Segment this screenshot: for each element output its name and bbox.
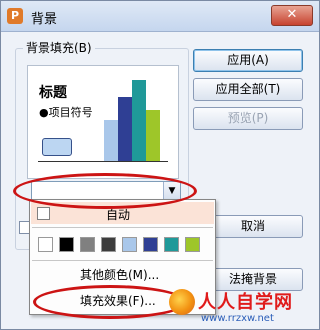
color-swatch-green[interactable] <box>185 237 200 252</box>
color-swatch-black[interactable] <box>59 237 74 252</box>
watermark-url: www.rrzxw.net <box>201 313 274 324</box>
preview-baseline <box>38 161 168 162</box>
apply-button[interactable]: 应用(A) <box>193 49 303 72</box>
preview-bullet: ●项目符号 <box>39 106 93 119</box>
menu-item-more-colors[interactable]: 其他颜色(M)... <box>80 266 159 283</box>
preview-bar-2 <box>118 97 132 161</box>
color-swatch-navy[interactable] <box>143 237 158 252</box>
preview-bar-1 <box>104 120 118 161</box>
color-swatch-light-blue[interactable] <box>122 237 137 252</box>
dialog-title: 背景 <box>31 12 58 27</box>
background-dialog: P 背景 ✕ 背景填充(B) 标题 ●项目符号 ▼ 应用(A) 应用全部(T) … <box>0 0 320 330</box>
menu-divider <box>32 227 213 228</box>
close-button[interactable]: ✕ <box>271 5 313 26</box>
color-swatch-dark-gray[interactable] <box>101 237 116 252</box>
color-swatch-white[interactable] <box>38 237 53 252</box>
group-label: 背景填充(B) <box>23 39 95 56</box>
menu-item-automatic[interactable]: 自动 <box>31 202 214 224</box>
menu-divider <box>32 260 213 261</box>
automatic-label: 自动 <box>106 208 131 222</box>
cancel-button[interactable]: 取消 <box>203 215 303 238</box>
menu-item-fill-effects[interactable]: 填充效果(F)... <box>80 292 156 309</box>
slide-preview: 标题 ●项目符号 <box>27 65 179 179</box>
preview-bar-4 <box>146 110 160 161</box>
preview-shape <box>42 138 72 156</box>
checkbox-icon <box>37 207 50 220</box>
chevron-down-icon[interactable]: ▼ <box>163 182 180 200</box>
color-swatch-teal[interactable] <box>164 237 179 252</box>
watermark-logo <box>169 289 195 315</box>
preview-button[interactable]: 预览(P) <box>193 107 303 130</box>
preview-title: 标题 <box>39 85 67 101</box>
title-bar: P 背景 ✕ <box>1 1 319 32</box>
color-swatch-gray[interactable] <box>80 237 95 252</box>
fill-color-dropdown[interactable]: ▼ <box>31 181 181 201</box>
preview-bar-3 <box>132 80 146 161</box>
app-icon: P <box>7 8 23 24</box>
watermark-text: 人人自学网 <box>198 292 293 313</box>
apply-all-button[interactable]: 应用全部(T) <box>193 78 303 101</box>
